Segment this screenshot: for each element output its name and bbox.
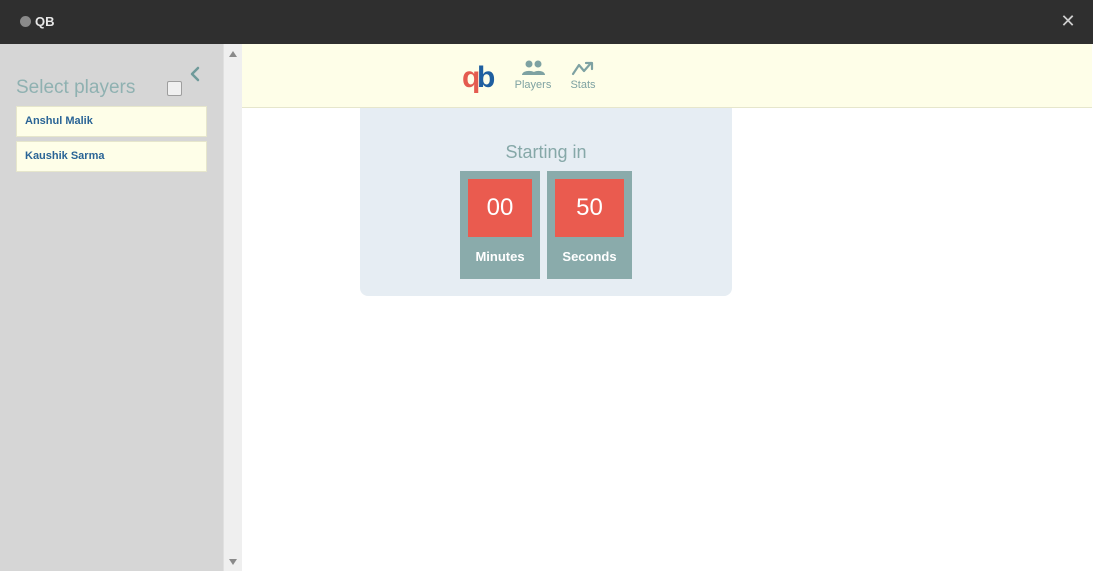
seconds-box: 50 Seconds xyxy=(547,171,632,279)
scroll-up-arrow-icon[interactable] xyxy=(228,50,238,58)
starting-in-label: Starting in xyxy=(505,142,587,162)
users-icon xyxy=(522,60,545,75)
app-icon xyxy=(20,16,31,27)
seconds-label: Seconds xyxy=(562,249,617,264)
player-sidebar: Select players Anshul Malik Kaushik Sarm… xyxy=(0,44,223,571)
content-area: Select players Anshul Malik Kaushik Sarm… xyxy=(0,44,1093,573)
player-list: Anshul Malik Kaushik Sarma xyxy=(16,106,207,176)
select-all-checkbox[interactable] xyxy=(167,81,182,96)
minutes-box: 00 Minutes xyxy=(460,171,540,279)
select-players-title: Select players xyxy=(16,77,136,98)
top-navbar: q b Players Stats xyxy=(242,44,1092,108)
qb-logo[interactable]: q b xyxy=(462,61,498,95)
player-item-kaushik-sarma[interactable]: Kaushik Sarma xyxy=(16,141,207,172)
chevron-left-icon[interactable] xyxy=(188,64,202,84)
minutes-label: Minutes xyxy=(475,249,525,264)
minutes-value: 00 xyxy=(468,179,532,237)
seconds-value: 50 xyxy=(555,179,624,237)
player-item-anshul-malik[interactable]: Anshul Malik xyxy=(16,106,207,137)
nav-stats[interactable]: Stats xyxy=(567,60,599,100)
countdown-panel: Starting in 00 Minutes 50 Seconds xyxy=(360,108,732,296)
logo-letter-b: b xyxy=(477,61,496,94)
nav-stats-label: Stats xyxy=(570,79,596,91)
app-window: QB ✕ Select players Anshul Malik Kaushik… xyxy=(0,0,1093,573)
main-panel: q b Players Stats Starting in 00 Minutes… xyxy=(242,44,1092,571)
window-title: QB xyxy=(35,14,55,29)
trending-chart-icon xyxy=(571,61,594,76)
scroll-down-arrow-icon[interactable] xyxy=(228,558,238,566)
nav-players-label: Players xyxy=(514,79,552,91)
sidebar-scrollbar[interactable] xyxy=(223,44,242,571)
close-button[interactable]: ✕ xyxy=(1059,11,1077,31)
title-bar: QB ✕ xyxy=(0,0,1093,44)
nav-players[interactable]: Players xyxy=(514,60,552,100)
